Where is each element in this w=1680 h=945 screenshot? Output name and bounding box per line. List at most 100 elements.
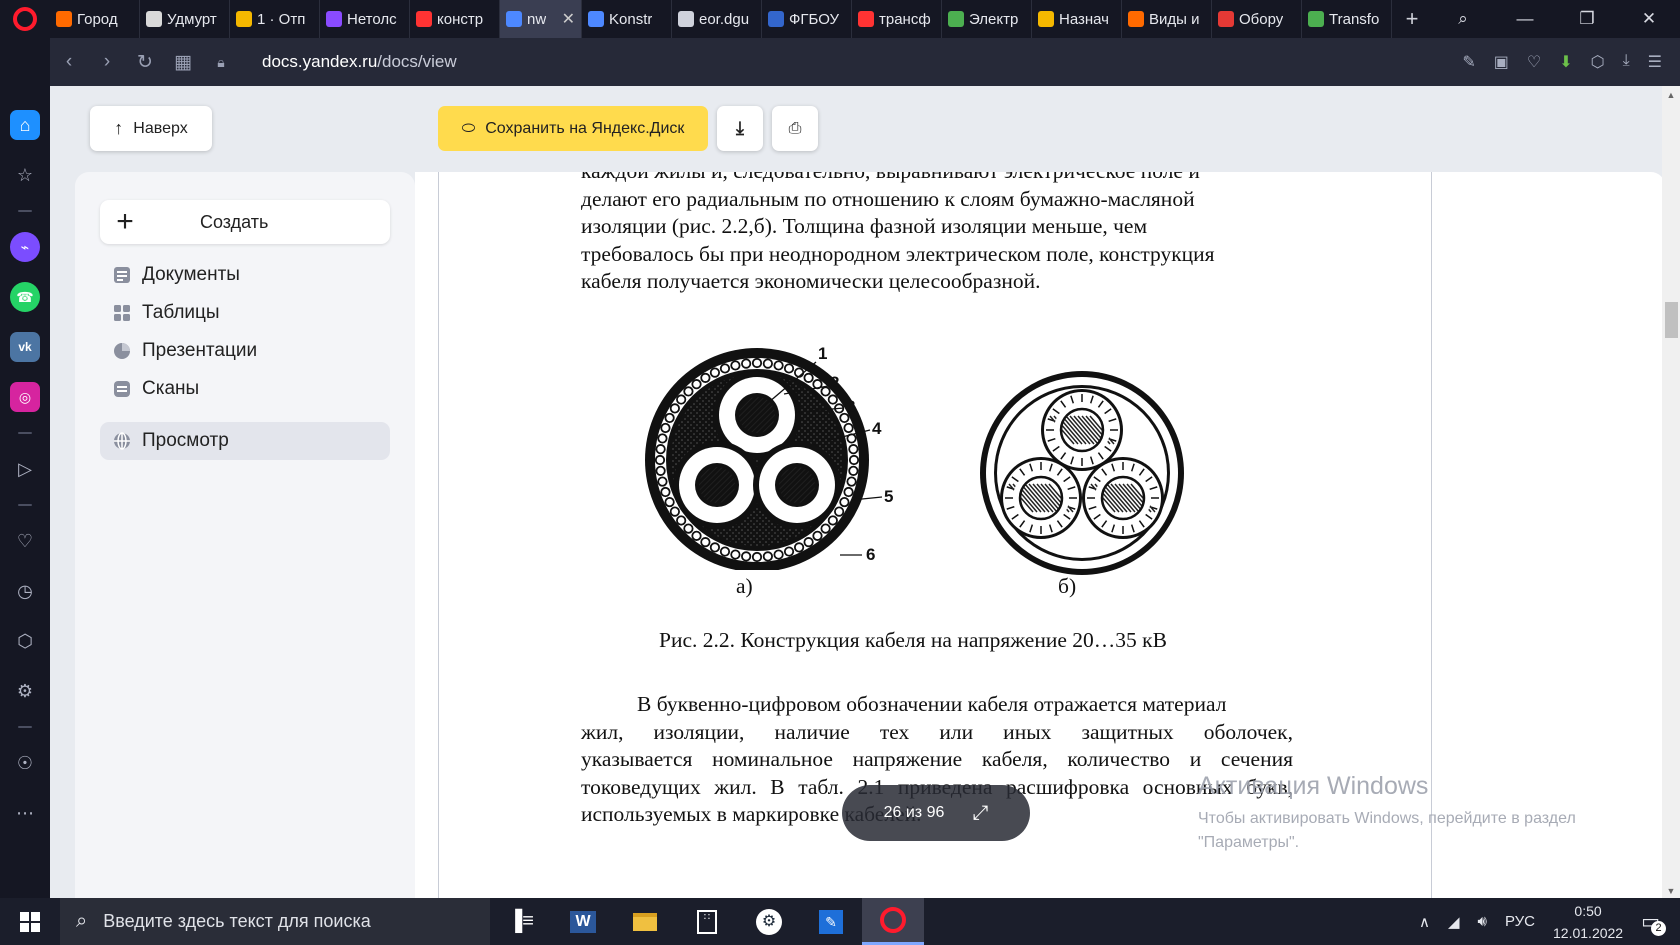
calculator-icon[interactable]: ∷	[676, 898, 738, 945]
armor-bead	[773, 360, 784, 371]
armor-bead	[762, 551, 773, 562]
camera-icon[interactable]: ▣	[1494, 52, 1509, 72]
label-2: 2	[830, 373, 839, 392]
windows-start-icon[interactable]	[0, 911, 60, 932]
close-window-button[interactable]: ✕	[1618, 9, 1680, 29]
tray-up-chevron-icon[interactable]: ∧	[1419, 913, 1430, 931]
back-button[interactable]: ‹	[50, 51, 88, 73]
nav-item-documents[interactable]: Документы	[100, 256, 390, 294]
restore-button[interactable]: ❐	[1556, 9, 1618, 29]
forward-button[interactable]: ›	[88, 51, 126, 73]
reload-button[interactable]: ↻	[126, 51, 164, 74]
browser-tab[interactable]: Город	[50, 0, 140, 38]
vk-icon[interactable]: vk	[10, 332, 40, 362]
scroll-top-button[interactable]: ↑ Наверх	[90, 106, 212, 151]
downloads-icon[interactable]: ⤓	[1623, 52, 1630, 72]
settings-gear-icon[interactable]: ⚙	[10, 676, 40, 706]
notifications-icon[interactable]: ▭ 2	[1641, 909, 1666, 936]
browser-tab[interactable]: Обору	[1212, 0, 1302, 38]
browser-tab[interactable]: ФГБОУ	[762, 0, 852, 38]
player-icon[interactable]: ▷	[10, 454, 40, 484]
menu-icon[interactable]: ☰	[1648, 52, 1662, 72]
network-icon[interactable]: ◢	[1448, 913, 1460, 931]
armor-bead	[803, 372, 814, 383]
browser-tab[interactable]: nw ✕	[500, 0, 582, 38]
text-line: указывается номинальное напряжение кабел…	[581, 747, 1293, 771]
armor-bead	[812, 530, 823, 541]
create-button[interactable]: + Создать	[100, 200, 390, 244]
favorites-heart-icon[interactable]: ♡	[10, 526, 40, 556]
text-line: делают его радиальным по отношению к сло…	[581, 186, 1195, 211]
snap-icon[interactable]: ✎	[1462, 52, 1475, 72]
browser-tab[interactable]: констр	[410, 0, 500, 38]
armor-bead	[848, 454, 860, 466]
language-indicator[interactable]: РУС	[1505, 913, 1535, 930]
browser-tab[interactable]: Удмурт	[140, 0, 230, 38]
volume-icon[interactable]: 🔊︎	[1478, 913, 1487, 930]
browser-tab[interactable]: трансф	[852, 0, 942, 38]
globe-icon	[112, 431, 132, 451]
browser-tab[interactable]: Назнач	[1032, 0, 1122, 38]
close-tab-icon[interactable]: ✕	[562, 9, 575, 29]
url-field[interactable]: docs.yandex.ru/docs/view	[262, 52, 457, 72]
messenger-icon[interactable]: ⌁	[10, 232, 40, 262]
nav-item-scans[interactable]: Сканы	[100, 370, 390, 408]
extensions-cube-icon[interactable]: ⬡	[10, 626, 40, 656]
browser-tab[interactable]: Нетолс	[320, 0, 410, 38]
scrollbar-thumb[interactable]	[1665, 302, 1678, 338]
armor-bead	[827, 515, 838, 526]
download-icon[interactable]: ⤓	[717, 106, 763, 151]
nav-item-tables[interactable]: Таблицы	[100, 294, 390, 332]
home-icon[interactable]: ⌂	[10, 110, 40, 140]
fullscreen-icon[interactable]: ⤢	[972, 802, 988, 825]
star-icon[interactable]: ☆	[10, 160, 40, 190]
page-scrollbar[interactable]: ▲ ▼	[1662, 86, 1680, 898]
task-view-icon[interactable]: ▐≡	[490, 898, 552, 945]
file-explorer-icon[interactable]	[614, 898, 676, 945]
new-tab-button[interactable]: +	[1392, 6, 1432, 32]
armor-bead	[700, 372, 711, 383]
browser-tab[interactable]: Электр	[942, 0, 1032, 38]
browser-tab-bar: Город Удмурт 1 · Отп Нетолс констр nw ✕ Konstr e…	[0, 0, 1680, 38]
nav-item-label: Сканы	[142, 378, 200, 399]
heart-icon[interactable]: ♡	[1527, 52, 1541, 72]
minimize-button[interactable]: —	[1494, 9, 1556, 29]
nav-item-presentations[interactable]: Презентации	[100, 332, 390, 370]
browser-tab[interactable]: eor.dgu	[672, 0, 762, 38]
page-indicator[interactable]: 26 из 96 ⤢	[842, 785, 1030, 841]
opera-logo-icon[interactable]	[0, 0, 50, 38]
nav-item-view[interactable]: Просмотр	[100, 422, 390, 460]
clock[interactable]: 0:50 12.01.2022	[1553, 900, 1623, 944]
search-tabs-icon[interactable]: ⌕	[1432, 9, 1494, 29]
presentation-icon	[112, 341, 132, 361]
steam-icon[interactable]: ⚙	[738, 898, 800, 945]
history-clock-icon[interactable]: ◷	[10, 576, 40, 606]
tips-bulb-icon[interactable]: ☉	[10, 748, 40, 778]
taskbar-search[interactable]: ⌕ Введите здесь текст для поиска	[60, 898, 490, 945]
watermark-title: Активация Windows	[1198, 772, 1429, 800]
chart-icon	[1308, 11, 1324, 27]
word-icon[interactable]: W	[552, 898, 614, 945]
vpn-download-icon[interactable]: ⬇	[1559, 52, 1572, 72]
more-dots-icon[interactable]: ⋯	[10, 798, 40, 828]
armor-bead	[669, 506, 680, 517]
address-bar: ‹ › ↻ ▦ 🔒︎ docs.yandex.ru/docs/view ✎ ▣ …	[50, 38, 1680, 86]
whatsapp-icon[interactable]: ☎	[10, 282, 40, 312]
scroll-up-icon[interactable]: ▲	[1662, 90, 1680, 100]
paint-icon[interactable]: ✎	[800, 898, 862, 945]
nav-item-label: Просмотр	[142, 430, 229, 451]
scroll-down-icon[interactable]: ▼	[1662, 886, 1680, 896]
save-to-disk-button[interactable]: ⬭ Сохранить на Яндекс.Диск	[438, 106, 708, 151]
label-6: 6	[866, 545, 875, 564]
opera-taskbar-icon[interactable]	[862, 898, 924, 945]
speed-dial-icon[interactable]: ▦	[164, 51, 202, 74]
print-icon[interactable]: ⎙	[772, 106, 818, 151]
cube-icon[interactable]: ⬡	[1591, 52, 1605, 72]
instagram-icon[interactable]: ◎	[10, 382, 40, 412]
browser-tab[interactable]: Konstr	[582, 0, 672, 38]
browser-tab[interactable]: 1 · Отп	[230, 0, 320, 38]
browser-tab[interactable]: Виды и	[1122, 0, 1212, 38]
armor-bead	[834, 506, 845, 517]
tree-icon	[146, 11, 162, 27]
browser-tab[interactable]: Transfo	[1302, 0, 1392, 38]
